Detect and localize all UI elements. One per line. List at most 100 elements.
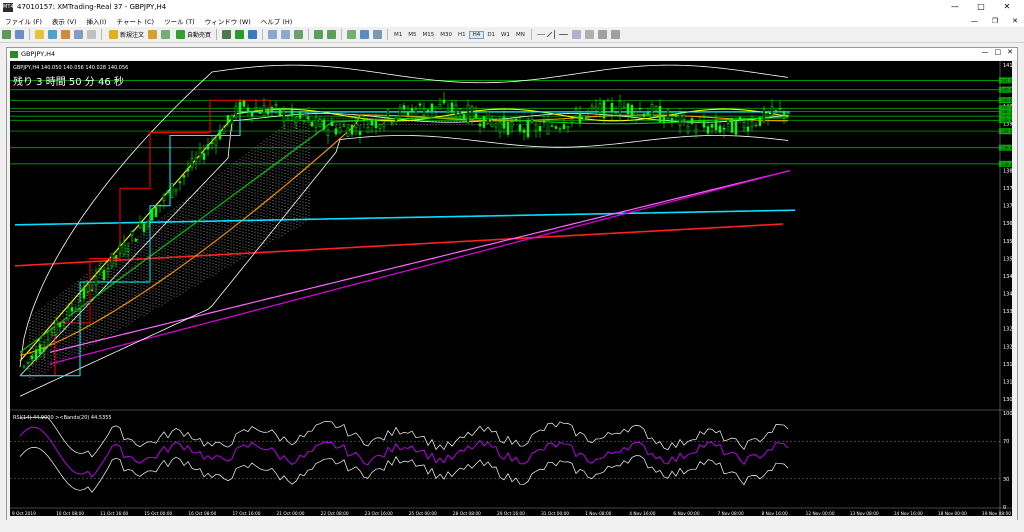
tile-windows-icon[interactable] [294, 30, 304, 39]
candle-body [186, 168, 190, 172]
new-order-button[interactable]: 新規注文 [105, 30, 146, 39]
tf-m5[interactable]: M5 [405, 32, 419, 38]
tf-m15[interactable]: M15 [420, 32, 438, 38]
chart-info-label: GBPJPY,H4 140.050 140.056 140.028 140.05… [13, 65, 128, 71]
candle-body [570, 118, 574, 123]
candle-body [746, 126, 750, 132]
rsi-level-label: 100 [1003, 411, 1012, 417]
candle-body [362, 118, 366, 121]
tf-h1[interactable]: H1 [455, 32, 469, 38]
vertical-line-icon[interactable] [553, 30, 555, 39]
chart-minimize-button[interactable]: — [982, 48, 989, 56]
date-axis-label: 8 Nov 16:00 [762, 511, 789, 516]
candle-body [218, 129, 222, 140]
date-axis-label: 9 Oct 2019 [12, 511, 36, 516]
menu-insert[interactable]: 挿入(I) [81, 16, 111, 26]
navigator-icon[interactable] [61, 30, 70, 39]
tf-w1[interactable]: W1 [498, 32, 513, 38]
chart-plot-area[interactable]: 141.805141.005140.405139.805139.005138.2… [10, 61, 1024, 517]
candle-body [742, 121, 746, 129]
candle-body [562, 124, 566, 129]
price-tick-label: 135.805 [1003, 239, 1012, 245]
price-chart[interactable]: 141.805141.005140.405139.805139.005138.2… [10, 61, 1024, 517]
candle-body [738, 117, 742, 121]
candle-body [238, 101, 242, 114]
tf-d1[interactable]: D1 [484, 32, 498, 38]
tf-mn[interactable]: MN [513, 32, 528, 38]
candle-body [758, 116, 762, 126]
market-icon[interactable] [161, 30, 171, 39]
templates-icon[interactable] [373, 30, 383, 39]
candle-body [38, 344, 42, 355]
indicators-icon[interactable] [347, 30, 357, 39]
profiles-icon[interactable] [15, 30, 24, 39]
candlestick-icon[interactable] [235, 30, 245, 39]
candle-body [414, 109, 418, 117]
chart-shift-icon[interactable] [314, 30, 324, 39]
menu-chart[interactable]: チャート (C) [111, 16, 159, 26]
candle-body [634, 111, 638, 116]
tf-m30[interactable]: M30 [437, 32, 455, 38]
trendline-icon[interactable] [546, 31, 553, 38]
periods-icon[interactable] [360, 30, 370, 39]
menu-view[interactable]: 表示 (V) [47, 16, 82, 26]
menu-bar: ファイル (F) 表示 (V) 挿入(I) チャート (C) ツール (T) ウ… [0, 14, 1024, 27]
zoom-in-icon[interactable] [268, 30, 278, 39]
candle-body [434, 106, 438, 109]
menu-tools[interactable]: ツール (T) [159, 16, 200, 26]
tf-h4[interactable]: H4 [468, 30, 485, 39]
horizontal-line-icon[interactable] [558, 34, 568, 35]
candle-body [650, 104, 654, 118]
arrow-tool-icon[interactable] [610, 30, 620, 39]
terminal-icon[interactable] [74, 30, 83, 39]
candle-body [286, 118, 290, 121]
metaeditor-icon[interactable] [148, 30, 158, 39]
channel-icon[interactable] [571, 30, 581, 39]
candle-body [702, 120, 706, 128]
new-chart-icon[interactable] [2, 30, 11, 39]
candle-body [310, 121, 314, 127]
tf-m1[interactable]: M1 [391, 32, 405, 38]
candle-body [602, 100, 606, 119]
chart-close-button[interactable]: ✕ [1007, 48, 1013, 56]
auto-scroll-icon[interactable] [327, 30, 337, 39]
candle-body [382, 122, 386, 127]
new-order-label: 新規注文 [120, 32, 145, 39]
text-icon[interactable] [597, 30, 607, 39]
mdi-minimize-button[interactable]: — [971, 17, 978, 25]
price-tick-label: 137.605 [1003, 186, 1012, 192]
maximize-button[interactable]: □ [968, 0, 994, 14]
candle-body [50, 332, 54, 336]
crosshair-icon[interactable] [536, 34, 545, 35]
fibonacci-icon[interactable] [584, 30, 594, 39]
candle-body [322, 119, 326, 130]
candle-body [234, 106, 238, 118]
candle-body [278, 108, 282, 116]
mdi-close-button[interactable]: ✕ [1012, 17, 1018, 25]
date-axis-label: 11 Oct 16:00 [100, 511, 128, 516]
candle-body [106, 268, 110, 272]
date-axis-label: 7 Nov 08:00 [717, 511, 744, 516]
minimize-button[interactable]: — [942, 0, 968, 14]
menu-window[interactable]: ウィンドウ (W) [200, 16, 256, 26]
bar-chart-icon[interactable] [222, 30, 232, 39]
mdi-restore-button[interactable]: ❐ [992, 17, 998, 25]
data-window-icon[interactable] [48, 30, 57, 39]
date-axis-label: 19 Nov 08:00 [982, 511, 1011, 516]
candle-body [178, 181, 182, 184]
menu-help[interactable]: ヘルプ (H) [256, 16, 298, 26]
candle-body [658, 106, 662, 123]
candle-body [358, 131, 362, 135]
line-chart-icon[interactable] [248, 30, 258, 39]
candle-body [230, 115, 234, 125]
price-tick-label: 132.205 [1003, 344, 1012, 350]
ma-long-red-line [14, 223, 784, 267]
zoom-out-icon[interactable] [281, 30, 291, 39]
candle-body [214, 139, 218, 146]
tester-icon[interactable] [87, 30, 96, 39]
market-watch-icon[interactable] [35, 30, 44, 39]
chart-maximize-button[interactable]: □ [995, 48, 1002, 56]
auto-trading-button[interactable]: 自動売買 [172, 30, 213, 39]
close-button[interactable]: ✕ [994, 0, 1020, 14]
menu-file[interactable]: ファイル (F) [0, 16, 47, 26]
